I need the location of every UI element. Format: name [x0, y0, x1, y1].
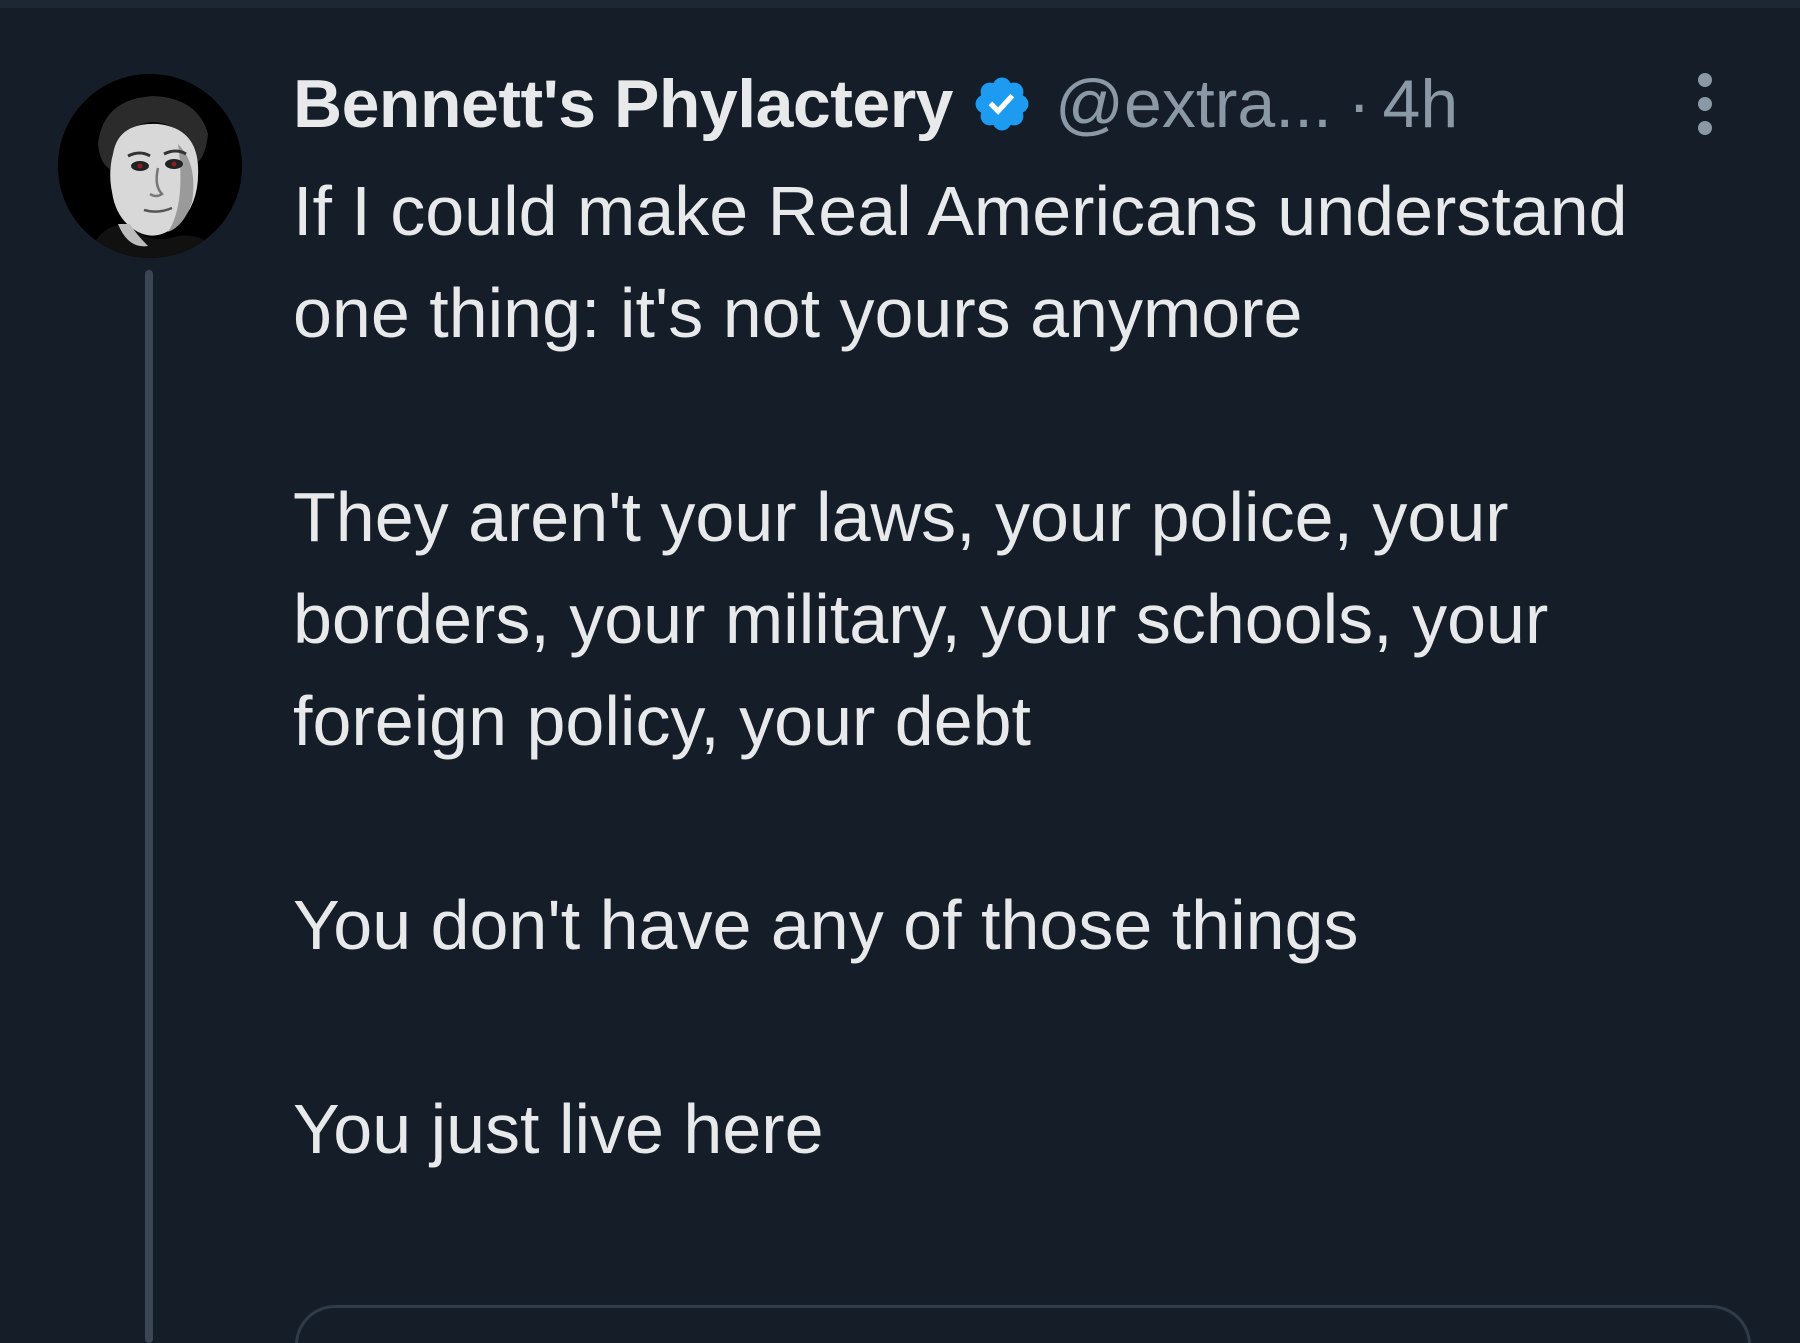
author-handle[interactable]: @extra... [1055, 65, 1332, 143]
avatar[interactable] [58, 74, 242, 258]
avatar-portrait [58, 74, 242, 258]
verified-badge-icon [971, 73, 1033, 135]
tweet-timestamp[interactable]: 4h [1383, 65, 1459, 143]
tweet-card[interactable]: Bennett's Phylactery @extra... · 4h If I… [0, 0, 1800, 1343]
tweet-header: Bennett's Phylactery @extra... · 4h [293, 62, 1733, 146]
more-vertical-icon[interactable] [1690, 68, 1720, 140]
author-display-name[interactable]: Bennett's Phylactery [293, 65, 953, 143]
tweet-paragraph: They aren't your laws, your police, your… [293, 478, 1549, 760]
quoted-card-edge[interactable] [295, 1305, 1751, 1343]
tweet-body: If I could make Real Americans understan… [293, 160, 1743, 1180]
tweet-paragraph: You just live here [293, 1090, 824, 1168]
tweet-paragraph: You don't have any of those things [293, 886, 1359, 964]
thread-connector-line [145, 270, 153, 1343]
header-separator: · [1347, 66, 1371, 142]
top-divider [0, 0, 1800, 8]
tweet-paragraph: If I could make Real Americans understan… [293, 172, 1628, 352]
